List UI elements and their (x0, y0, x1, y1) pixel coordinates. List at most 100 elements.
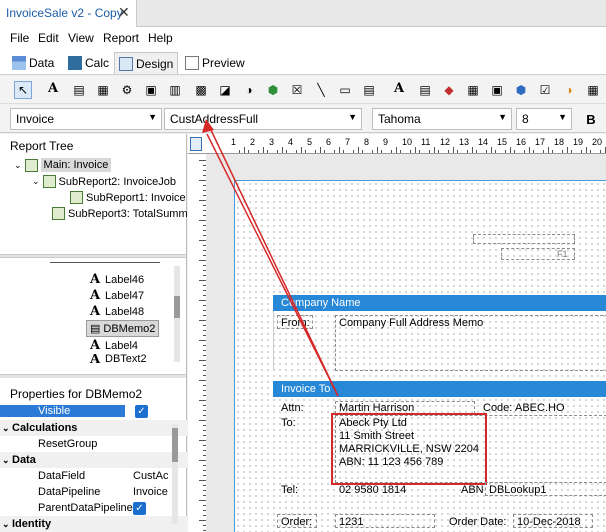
to-label[interactable]: To: (281, 417, 296, 429)
order-date-label[interactable]: Order Date: (449, 516, 506, 528)
company-band[interactable]: Company Name (273, 295, 606, 311)
label-icon: A (89, 304, 101, 319)
dbmemo-icon: ▤ (90, 323, 101, 335)
tel-label[interactable]: Tel: (281, 484, 298, 496)
tree-node-subreport1[interactable]: SubReport1: Invoice (70, 191, 186, 204)
ruler-tick (590, 150, 592, 153)
ruler-corner-icon[interactable] (189, 136, 205, 152)
code-label[interactable]: Code: (483, 402, 512, 414)
richtext-tool-icon[interactable]: ▦ (94, 81, 112, 99)
ruler-tick (547, 147, 549, 153)
document-tab[interactable]: InvoiceSale v2 - Copy ✕ (0, 0, 137, 27)
list-item[interactable]: ▤ DBMemo2 (86, 320, 160, 337)
ruler-tick (509, 147, 511, 153)
component-select[interactable]: Invoice ▼ (10, 108, 162, 130)
format-toolbar: Invoice ▼ CustAddressFull ▼ Tahoma ▼ 8 ▼… (0, 105, 606, 133)
prop-category[interactable]: ⌄ Identity (0, 516, 187, 532)
prop-row-resetgroup[interactable]: ResetGroup (0, 436, 187, 452)
memo-tool-icon[interactable]: ▤ (70, 81, 88, 99)
tab-data[interactable]: Data (8, 52, 58, 74)
variable-icon[interactable]: ▣ (142, 81, 160, 99)
tab-design[interactable]: Design (114, 52, 179, 74)
menu-help[interactable]: Help (148, 31, 173, 45)
pointer-icon[interactable]: ↖ (14, 81, 32, 99)
ruler-tick (300, 147, 302, 153)
field-select[interactable]: CustAddressFull ▼ (164, 108, 362, 130)
tab-calc[interactable]: Calc (64, 52, 113, 74)
ruler-tick-label: 4 (288, 137, 294, 147)
dbshape-icon[interactable]: ◆ (440, 81, 458, 99)
picture-icon[interactable]: ◪ (216, 81, 234, 99)
abn-label[interactable]: ABN (461, 484, 484, 496)
subreport-icon[interactable]: ▤ (360, 81, 378, 99)
ruler-tick (504, 150, 506, 153)
dbimage-icon[interactable]: ▣ (488, 81, 506, 99)
collapse-icon[interactable]: ⌄ (0, 455, 12, 466)
checkbox-checked-icon[interactable]: ✓ (133, 501, 146, 515)
tree-node-subreport2[interactable]: ⌄ SubReport2: InvoiceJob (32, 175, 176, 188)
list-item[interactable]: A Label47 (88, 288, 144, 303)
report-page[interactable]: F1 Company Name From: Company Full Addre… (234, 180, 606, 532)
placeholder-box[interactable] (473, 234, 575, 244)
attn-label[interactable]: Attn: (281, 402, 304, 414)
ruler-tick-label: 19 (573, 137, 584, 147)
menu-edit[interactable]: Edit (38, 31, 59, 45)
menu-report[interactable]: Report (103, 31, 139, 45)
subreport-icon (70, 191, 83, 204)
prop-category[interactable]: ⌄ Data (0, 452, 187, 468)
tab-data-label: Data (29, 56, 55, 70)
image-tool-icon[interactable]: ▥ (166, 81, 184, 99)
prop-row-parentdatapipeline[interactable]: ParentDataPipeline ✓ (0, 500, 187, 516)
font-size-select[interactable]: 8 ▼ (516, 108, 572, 130)
invoice-to-band[interactable]: Invoice To (273, 381, 606, 397)
prop-row-datapipeline[interactable]: DataPipeline Invoice (0, 484, 187, 500)
list-item[interactable]: A Label46 (88, 272, 144, 287)
collapse-icon[interactable]: ⌄ (0, 519, 12, 530)
splitter[interactable] (0, 254, 186, 258)
collapse-icon[interactable]: ⌄ (32, 176, 40, 187)
region-icon[interactable]: ▭ (336, 81, 354, 99)
highlight-box (331, 413, 487, 485)
system-var-icon[interactable]: ⚙ (118, 81, 136, 99)
menu-file[interactable]: File (10, 31, 29, 45)
dbbarcode-icon[interactable]: ⬢ (512, 81, 530, 99)
tree-node-subreport3[interactable]: SubReport3: TotalSumm (52, 207, 188, 220)
tel-value[interactable]: 02 9580 1814 (339, 484, 406, 496)
list-item[interactable]: A DBText2 (88, 354, 147, 364)
scrollbar[interactable] (172, 424, 178, 524)
list-item[interactable]: A Label4 (88, 338, 138, 353)
bold-button[interactable]: B (582, 110, 600, 128)
dblabel-tool-icon[interactable]: A (392, 81, 406, 99)
label-tool-icon[interactable]: A (46, 81, 60, 99)
scrollbar-thumb[interactable] (174, 296, 180, 318)
prop-row-datafield[interactable]: DataField CustAc (0, 468, 187, 484)
company-memo: Company Full Address Memo (339, 317, 484, 329)
dbmemo-tool-icon[interactable]: ▤ (416, 81, 434, 99)
scrollbar[interactable] (174, 266, 180, 362)
crosstab-icon[interactable]: ▦ (584, 81, 602, 99)
close-icon[interactable]: ✕ (118, 4, 130, 21)
collapse-icon[interactable]: ⌄ (0, 423, 12, 434)
tree-node-main[interactable]: ⌄ Main: Invoice (14, 158, 112, 172)
code-value[interactable]: ABEC.HO (515, 402, 565, 414)
prop-category[interactable]: ⌄ Calculations (0, 420, 187, 436)
checkbox-tool-icon[interactable]: ☒ (288, 81, 306, 99)
prop-row-visible[interactable]: Visible ✓ (0, 403, 187, 419)
dbcalc-icon[interactable]: ▩ (192, 81, 210, 99)
menu-view[interactable]: View (68, 31, 94, 45)
menu-bar: File Edit View Report Help (0, 27, 606, 49)
dbchart-icon[interactable]: ◑ (560, 81, 578, 99)
tab-preview[interactable]: Preview (181, 52, 249, 74)
line-tool-icon[interactable]: ╲ (312, 81, 330, 99)
collapse-icon[interactable]: ⌄ (14, 160, 22, 171)
tree-node-label: Main: Invoice (40, 158, 112, 172)
chart-icon[interactable]: ◑ (240, 81, 258, 99)
list-item[interactable]: A Label48 (88, 304, 144, 319)
dbcheckbox-icon[interactable]: ☑ (536, 81, 554, 99)
scrollbar-thumb[interactable] (172, 428, 178, 462)
barcode-icon[interactable]: ⬢ (264, 81, 282, 99)
splitter[interactable] (0, 374, 186, 378)
dbrichtext-icon[interactable]: ▦ (464, 81, 482, 99)
font-select[interactable]: Tahoma ▼ (372, 108, 512, 130)
checkbox-checked-icon[interactable]: ✓ (135, 404, 148, 418)
